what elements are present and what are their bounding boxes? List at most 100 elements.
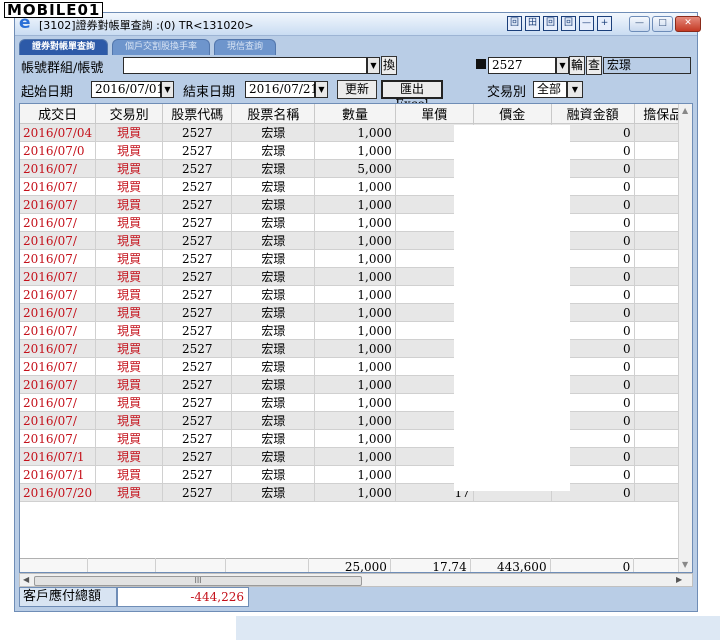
trade-type-cell: 現買: [95, 429, 164, 448]
quantity-cell: 1,000: [314, 177, 396, 196]
trade-type-cell: 現買: [95, 303, 164, 322]
statement-table: 成交日 交易別 股票代碼 股票名稱 數量 單價 價金 融資金額 擔保品 2016/07/04 現買…: [20, 104, 692, 502]
stock-code-cell: 2527: [162, 123, 233, 142]
table-row[interactable]: 2016/07/現買2527宏璟1,000170: [20, 411, 692, 430]
quantity-cell: 1,000: [314, 375, 396, 394]
stock-code-cell: 2527: [162, 321, 233, 340]
stock-name-cell: 宏璟: [231, 267, 316, 286]
trade-type-cell: 現買: [95, 447, 164, 466]
trade-date-cell: 2016/07/20: [20, 483, 97, 502]
query-button[interactable]: 查: [586, 56, 602, 75]
table-row[interactable]: 2016/07/0現買2527宏璟1,000170: [20, 141, 692, 160]
total-payable-value: -444,226: [117, 587, 249, 607]
switch-button[interactable]: 換: [381, 56, 397, 75]
tab-turnover-rate[interactable]: 個戶交割股換手率: [112, 39, 211, 55]
table-row[interactable]: 2016/07/現買2527宏璟5,000170: [20, 159, 692, 178]
table-row[interactable]: 2016/07/現買2527宏璟1,000170: [20, 249, 692, 268]
table-row[interactable]: 2016/07/現買2527宏璟1,000170: [20, 357, 692, 376]
scroll-down-icon[interactable]: ▼: [682, 560, 688, 569]
trade-type-select[interactable]: 全部: [533, 81, 567, 98]
filter-panel: 帳號群組/帳號 ▼ 換 2527 ▼ 輪 查 宏璟 起始日期 2016/07/0…: [19, 55, 693, 111]
quantity-cell: 1,000: [314, 483, 396, 502]
table-row[interactable]: 2016/07/現買2527宏璟1,000170: [20, 231, 692, 250]
trade-date-cell: 2016/07/: [20, 429, 97, 448]
column-header[interactable]: 融資金額: [551, 104, 635, 124]
quantity-cell: 1,000: [314, 339, 396, 358]
stock-code-cell: 2527: [162, 429, 233, 448]
table-row[interactable]: 2016/07/04現買2527宏璟1,000170: [20, 123, 692, 142]
table-row[interactable]: 2016/07/1現買2527宏璟1,000170: [20, 447, 692, 466]
table-row[interactable]: 2016/07/現買2527宏璟1,000170: [20, 339, 692, 358]
stock-dropdown-icon[interactable]: ▼: [556, 57, 569, 74]
end-date-input[interactable]: 2016/07/21: [245, 81, 318, 98]
totals-table: 25,000 17.74 443,600 0: [20, 558, 692, 572]
rotate-button[interactable]: 輪: [569, 56, 585, 75]
horizontal-scrollbar[interactable]: ◀ III ▶: [19, 573, 693, 587]
table-row[interactable]: 2016/07/現買2527宏璟1,000170: [20, 321, 692, 340]
start-date-input[interactable]: 2016/07/01: [91, 81, 164, 98]
scroll-left-icon[interactable]: ◀: [23, 574, 29, 586]
quantity-cell: 1,000: [314, 393, 396, 412]
stock-name-cell: 宏璟: [231, 357, 316, 376]
column-header[interactable]: 數量: [314, 104, 396, 124]
table-row[interactable]: 2016/07/現買2527宏璟1,000170: [20, 177, 692, 196]
table-row[interactable]: 2016/07/現買2527宏璟1,000170: [20, 375, 692, 394]
trade-type-cell: 現買: [95, 123, 164, 142]
expand-button[interactable]: +: [597, 16, 612, 31]
table-row[interactable]: 2016/07/現買2527宏璟1,000170: [20, 267, 692, 286]
stock-name-cell: 宏璟: [231, 213, 316, 232]
column-header[interactable]: 股票代碼: [162, 104, 233, 124]
end-date-dropdown-icon[interactable]: ▼: [315, 81, 328, 98]
trade-type-label: 交易別: [487, 85, 527, 100]
minimize-button[interactable]: —: [629, 16, 650, 32]
trade-type-cell: 現買: [95, 159, 164, 178]
layout-button-2[interactable]: 田: [525, 16, 540, 31]
stock-name-cell: 宏璟: [231, 141, 316, 160]
table-row[interactable]: 2016/07/現買2527宏璟1,000170: [20, 393, 692, 412]
trade-date-cell: 2016/07/: [20, 231, 97, 250]
scroll-right-icon[interactable]: ▶: [676, 574, 682, 586]
stock-code-cell: 2527: [162, 375, 233, 394]
start-date-dropdown-icon[interactable]: ▼: [161, 81, 174, 98]
totals-row: 25,000 17.74 443,600 0: [20, 558, 692, 572]
column-header[interactable]: 價金: [473, 104, 552, 124]
table-row[interactable]: 2016/07/20 現買 2527 宏璟 1,000 17 0: [20, 483, 692, 502]
tab-statement-query[interactable]: 證券對帳單查詢: [19, 39, 109, 55]
total-payable-label: 客戶應付總額: [19, 587, 117, 607]
column-header[interactable]: 單價: [395, 104, 474, 124]
trade-type-dropdown-icon[interactable]: ▼: [567, 81, 583, 98]
stock-code-cell: 2527: [162, 357, 233, 376]
export-excel-button[interactable]: 匯出Excel: [381, 80, 443, 111]
table-row[interactable]: 2016/07/現買2527宏璟1,000170: [20, 195, 692, 214]
vertical-scrollbar[interactable]: ▲ ▼: [678, 104, 692, 572]
account-dropdown-icon[interactable]: ▼: [367, 57, 380, 74]
window-title: [3102]證券對帳單查詢 :(0) TR<131020>: [39, 19, 254, 32]
table-row[interactable]: 2016/07/現買2527宏璟1,000170: [20, 429, 692, 448]
table-row[interactable]: 2016/07/現買2527宏璟1,000170: [20, 213, 692, 232]
column-header[interactable]: 成交日: [20, 104, 97, 124]
trade-type-cell: 現買: [95, 195, 164, 214]
account-input[interactable]: [123, 57, 367, 74]
horizontal-scroll-thumb[interactable]: III: [34, 576, 362, 586]
trade-type-cell: 現買: [95, 339, 164, 358]
column-header[interactable]: 股票名稱: [231, 104, 316, 124]
layout-button-4[interactable]: 回: [561, 16, 576, 31]
table-row[interactable]: 2016/07/現買2527宏璟1,000170: [20, 285, 692, 304]
maximize-button[interactable]: □: [652, 16, 673, 32]
shrink-button[interactable]: —: [579, 16, 594, 31]
close-button[interactable]: ✕: [675, 16, 701, 32]
table-row[interactable]: 2016/07/現買2527宏璟1,000170: [20, 303, 692, 322]
column-header[interactable]: 交易別: [95, 104, 164, 124]
stock-code-input[interactable]: 2527: [488, 57, 556, 74]
scroll-up-icon[interactable]: ▲: [682, 106, 688, 115]
trade-type-cell: 現買: [95, 267, 164, 286]
trade-date-cell: 2016/07/: [20, 303, 97, 322]
quantity-cell: 1,000: [314, 267, 396, 286]
layout-button-3[interactable]: 回: [543, 16, 558, 31]
table-row[interactable]: 2016/07/1現買2527宏璟1,000170: [20, 465, 692, 484]
refresh-button[interactable]: 更新: [337, 80, 377, 99]
stock-checkbox[interactable]: [476, 59, 486, 69]
trade-date-cell: 2016/07/: [20, 321, 97, 340]
layout-button-1[interactable]: 回: [507, 16, 522, 31]
tab-margin-query[interactable]: 現信查詢: [214, 39, 277, 55]
